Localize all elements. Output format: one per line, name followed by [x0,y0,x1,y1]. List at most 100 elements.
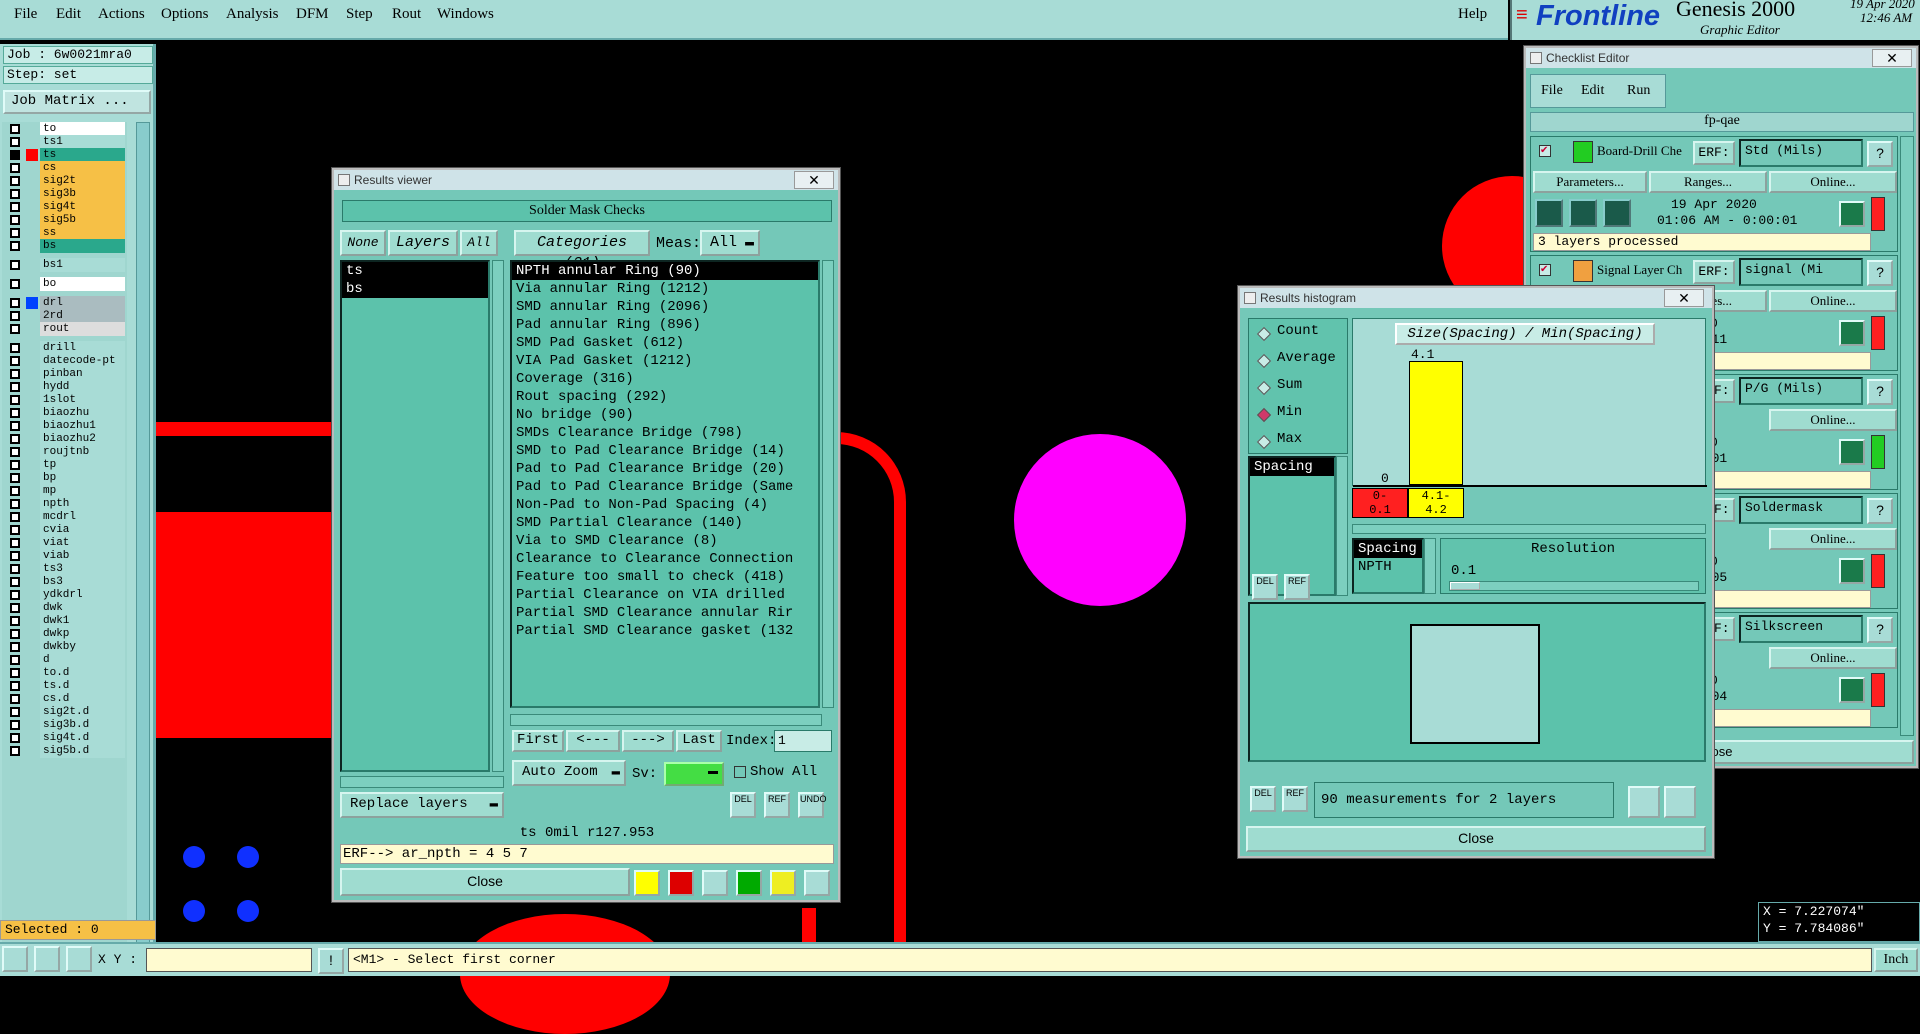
menu-dfm[interactable]: DFM [296,6,329,23]
online-button[interactable]: Online... [1769,171,1897,193]
close-button[interactable]: Close [340,868,630,896]
layer-checkbox[interactable] [10,460,20,470]
layer-row[interactable]: mp [2,484,127,498]
layer-checkbox[interactable] [10,564,20,574]
erf-field[interactable]: signal (Mi [1739,258,1863,286]
layer-row[interactable]: to [2,122,127,136]
layer-checkbox[interactable] [10,279,20,289]
categories-scrollbar[interactable] [822,260,834,708]
layer-row[interactable]: dwkby [2,640,127,654]
list-item[interactable]: bs [342,280,488,298]
action-name[interactable]: Board-Drill Che [1597,143,1691,159]
layer-checkbox[interactable] [10,720,20,730]
layer-checkbox[interactable] [10,629,20,639]
layer-row[interactable]: biaozhu1 [2,419,127,433]
board-preview[interactable] [1410,624,1540,744]
unit-dropdown[interactable]: Inch [1874,948,1918,972]
action-checkbox[interactable]: ✔ [1539,145,1551,157]
layer-checkbox[interactable] [10,551,20,561]
previous-button[interactable]: <--- [566,730,620,752]
menu-help[interactable]: Help [1458,6,1487,23]
menu-file[interactable]: File [14,6,37,23]
layer-row[interactable]: ss [2,226,127,240]
online-button[interactable]: Online... [1769,290,1897,312]
zoom-icon[interactable] [1839,439,1865,465]
category-item[interactable]: Partial SMD Clearance annular Rir [512,604,818,622]
histogram-icon[interactable] [634,870,660,896]
run-all-icon[interactable] [1569,199,1597,227]
undo-icon[interactable]: UNDO [798,792,827,818]
histogram-list-scrollbar[interactable] [1336,456,1348,596]
layer-checkbox[interactable] [10,215,20,225]
category-item[interactable]: Coverage (316) [512,370,818,388]
layer-checkbox[interactable] [10,189,20,199]
layer-row[interactable]: dwk1 [2,614,127,628]
category-item[interactable]: SMD to Pad Clearance Bridge (14) [512,442,818,460]
help-icon[interactable]: ? [1867,617,1893,643]
info-icon[interactable]: ! [318,948,344,974]
refresh-icon[interactable]: REF [1282,786,1308,812]
aggregate-radio[interactable] [1256,434,1272,450]
help-icon[interactable]: ? [1867,379,1893,405]
histogram-titlebar[interactable]: Results histogram [1240,288,1712,308]
layer-row[interactable]: ts1 [2,135,127,149]
categories-hscroll[interactable] [510,714,822,726]
layer-row[interactable]: sig5b.d [2,744,127,758]
histogram-close-button[interactable]: Close [1246,826,1706,852]
online-button[interactable]: Online... [1769,409,1897,431]
stop-icon[interactable] [1603,199,1631,227]
layer-row[interactable]: sig4t.d [2,731,127,745]
layer-row[interactable]: sig2t.d [2,705,127,719]
layer-row[interactable]: biaozhu2 [2,432,127,446]
histogram-bar[interactable] [1409,361,1463,485]
layer-checkbox[interactable] [10,311,20,321]
category-item[interactable]: Feature too small to check (418) [512,568,818,586]
menu-analysis[interactable]: Analysis [226,6,279,23]
resolution-slider[interactable] [1449,581,1699,591]
layer-checkbox[interactable] [10,512,20,522]
window-menu-icon[interactable] [338,174,350,186]
erf-field[interactable]: P/G (Mils) [1739,377,1863,405]
layer-row[interactable]: to.d [2,666,127,680]
xy-input[interactable] [146,948,312,972]
list-item[interactable]: ts [342,262,488,280]
layer-checkbox[interactable] [10,538,20,548]
layer-row[interactable]: sig4t [2,200,127,214]
layer-row[interactable]: pinban [2,367,127,381]
layer-row[interactable]: mcdrl [2,510,127,524]
layer-row[interactable]: d [2,653,127,667]
layer-checkbox[interactable] [10,577,20,587]
layer-row[interactable]: cs [2,161,127,175]
layer-checkbox[interactable] [10,694,20,704]
aggregate-radio[interactable] [1256,380,1272,396]
layer-row[interactable]: bs3 [2,575,127,589]
category-item[interactable]: Non-Pad to Non-Pad Spacing (4) [512,496,818,514]
index-field[interactable]: 1 [774,730,832,752]
layer-checkbox[interactable] [10,298,20,308]
layer-row[interactable]: bo [2,277,127,291]
layer-row[interactable]: sig5b [2,213,127,227]
help-icon[interactable]: ? [1867,141,1893,167]
layer-checkbox[interactable] [10,733,20,743]
replace-layers-dropdown[interactable]: Replace layers ▬ [340,792,504,818]
measure-icon[interactable] [34,946,60,972]
close-icon[interactable]: ✕ [794,171,834,189]
layer-checkbox[interactable] [10,681,20,691]
layer-row[interactable]: viab [2,549,127,563]
category-item[interactable]: Pad to Pad Clearance Bridge (Same [512,478,818,496]
checklist-menu-file[interactable]: File [1541,83,1563,99]
exclude-icon[interactable] [702,870,728,896]
menu-step[interactable]: Step [346,6,373,23]
layer-list-scrollbar[interactable] [136,122,150,960]
category-item[interactable]: SMD annular Ring (2096) [512,298,818,316]
layer-row[interactable]: hydd [2,380,127,394]
category-item[interactable]: SMDs Clearance Bridge (798) [512,424,818,442]
layer-row[interactable]: ydkdrl [2,588,127,602]
layer-results-list[interactable]: ts bs [340,260,490,772]
parameters-button[interactable]: Parameters... [1533,171,1647,193]
layer-checkbox[interactable] [10,447,20,457]
help-icon[interactable]: ? [1867,498,1893,524]
layer-checkbox[interactable] [10,124,20,134]
layer-row[interactable]: biaozhu [2,406,127,420]
erf-field[interactable]: Soldermask [1739,496,1863,524]
